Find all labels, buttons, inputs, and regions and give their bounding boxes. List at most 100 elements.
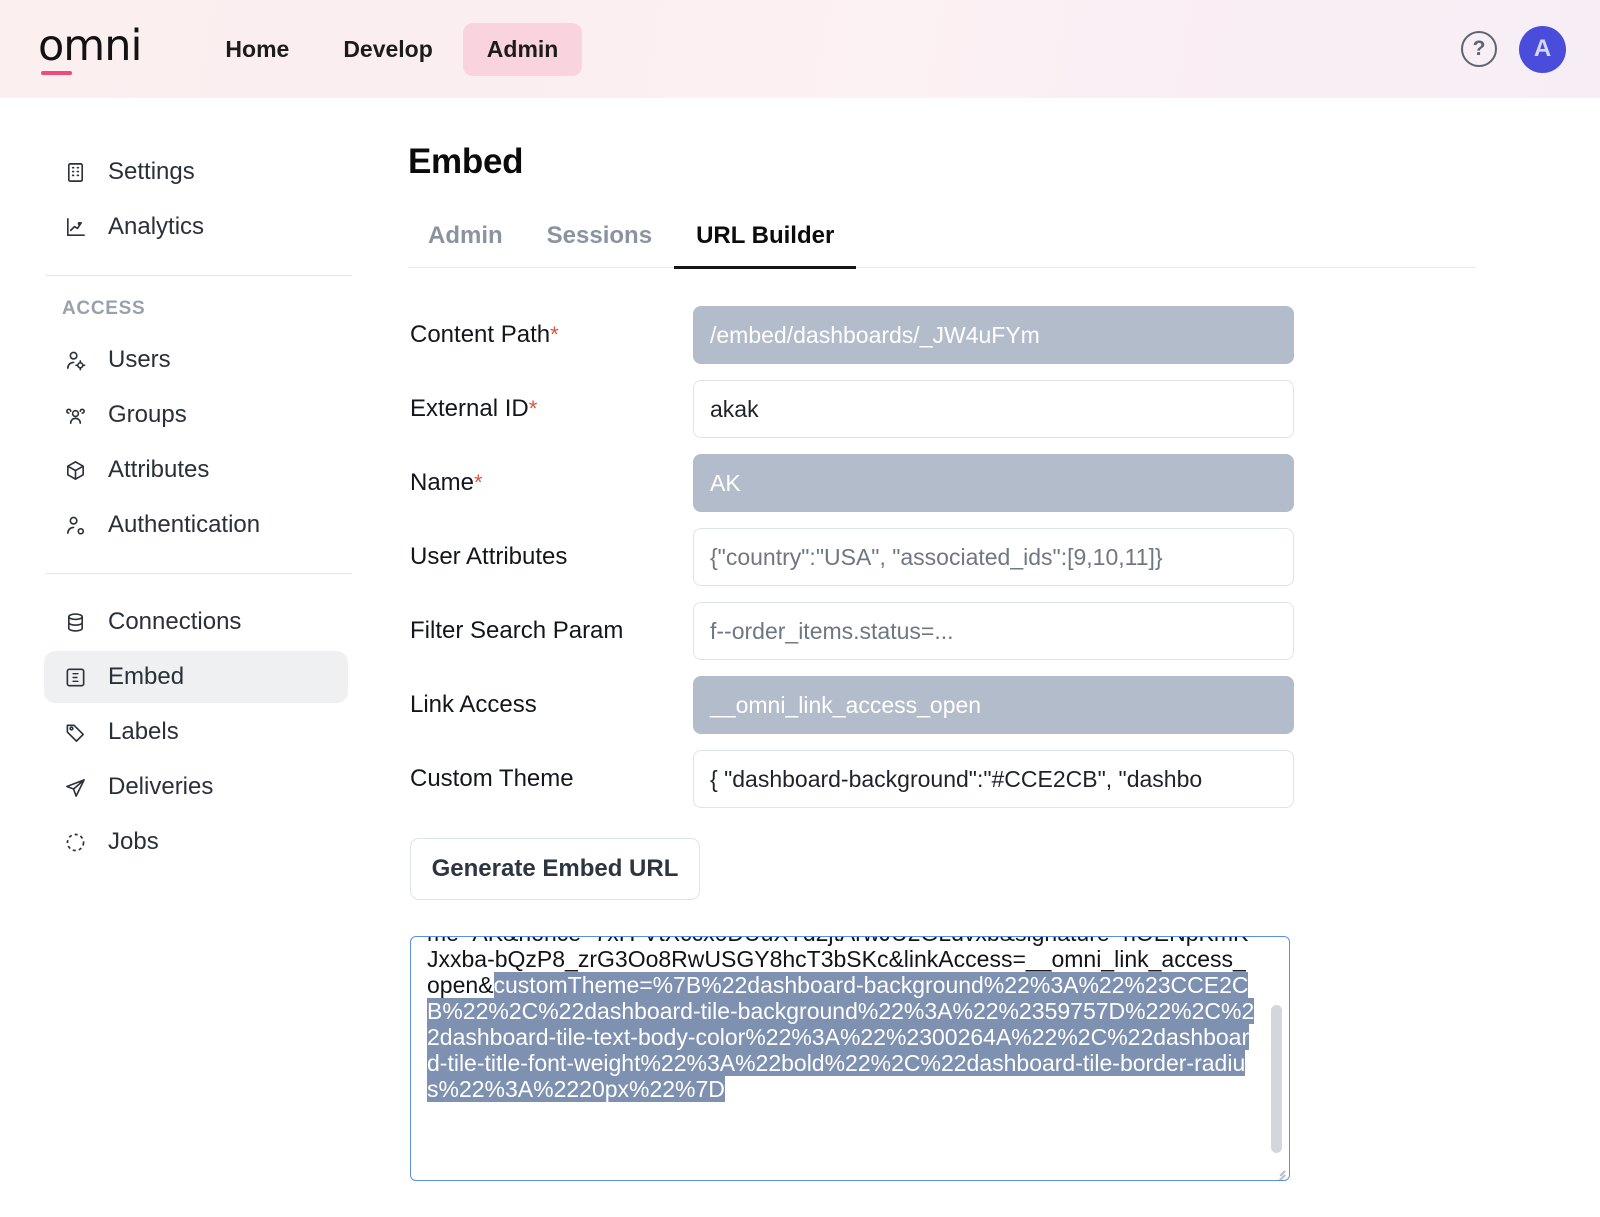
sidebar-section-access: ACCESS xyxy=(44,298,398,320)
top-header-bar: omni Home Develop Admin ? A xyxy=(0,0,1600,98)
filter-search-param-placeholder: f--order_items.status=... xyxy=(710,618,954,645)
generate-embed-url-button[interactable]: Generate Embed URL xyxy=(410,838,700,900)
embed-url-output-textarea[interactable]: me=AK&nonce=7xH-VtXccx0DUuXTd2jtArwJU2GL… xyxy=(410,936,1290,1181)
avatar-initial: A xyxy=(1534,35,1551,63)
primary-nav: Home Develop Admin xyxy=(201,23,582,76)
nav-item-home-label: Home xyxy=(225,36,289,62)
label-external-id-text: External ID xyxy=(410,395,529,422)
sidebar-divider-2 xyxy=(46,573,352,574)
sidebar-item-authentication[interactable]: Authentication xyxy=(44,499,348,551)
nav-item-develop[interactable]: Develop xyxy=(319,23,456,76)
textarea-resize-handle[interactable] xyxy=(1267,1158,1287,1178)
form-row-custom-theme: Custom Theme { "dashboard-background":"#… xyxy=(408,750,1600,808)
label-custom-theme-text: Custom Theme xyxy=(410,765,574,792)
tab-sessions[interactable]: Sessions xyxy=(525,216,674,269)
name-input[interactable]: AK xyxy=(693,454,1294,512)
nav-item-home[interactable]: Home xyxy=(201,23,313,76)
sidebar-item-settings[interactable]: Settings xyxy=(44,146,348,198)
content-path-value: /embed/dashboards/_JW4uFYm xyxy=(710,322,1040,349)
label-link-access-text: Link Access xyxy=(410,691,537,718)
link-access-input[interactable]: __omni_link_access_open xyxy=(693,676,1294,734)
help-icon[interactable]: ? xyxy=(1461,31,1497,67)
sidebar-item-groups-label: Groups xyxy=(108,401,187,429)
sidebar-item-authentication-label: Authentication xyxy=(108,511,260,539)
sidebar-item-embed[interactable]: Embed xyxy=(44,651,348,703)
external-id-value: akak xyxy=(710,396,759,423)
tab-admin-label: Admin xyxy=(428,222,503,249)
app-shell: Settings Analytics ACCESS xyxy=(0,98,1600,1217)
label-link-access: Link Access xyxy=(408,691,693,719)
label-filter-search-param: Filter Search Param xyxy=(408,617,693,645)
nav-item-develop-label: Develop xyxy=(343,36,432,62)
omni-logo-text: omni xyxy=(38,21,141,71)
sidebar-item-users[interactable]: Users xyxy=(44,334,348,386)
embed-box-icon xyxy=(62,664,88,690)
admin-sidebar: Settings Analytics ACCESS xyxy=(0,98,398,1217)
custom-theme-value: { "dashboard-background":"#CCE2CB", "das… xyxy=(710,766,1202,793)
external-id-input[interactable]: akak xyxy=(693,380,1294,438)
embed-url-output-text: me=AK&nonce=7xH-VtXccx0DUuXTd2jtArwJU2GL… xyxy=(427,936,1255,1102)
sidebar-item-embed-label: Embed xyxy=(108,663,184,691)
filter-search-param-input[interactable]: f--order_items.status=... xyxy=(693,602,1294,660)
form-row-link-access: Link Access __omni_link_access_open xyxy=(408,676,1600,734)
dashed-circle-icon xyxy=(62,829,88,855)
name-value: AK xyxy=(710,470,741,497)
sidebar-group-platform: Connections Embed Labels xyxy=(44,596,398,868)
page-title: Embed xyxy=(408,142,1600,182)
sidebar-item-analytics[interactable]: Analytics xyxy=(44,201,348,253)
content-path-input[interactable]: /embed/dashboards/_JW4uFYm xyxy=(693,306,1294,364)
nav-item-admin[interactable]: Admin xyxy=(463,23,583,76)
required-asterisk: * xyxy=(550,322,559,347)
label-user-attributes: User Attributes xyxy=(408,543,693,571)
form-row-external-id: External ID* akak xyxy=(408,380,1600,438)
required-asterisk: * xyxy=(529,396,538,421)
line-chart-icon xyxy=(62,214,88,240)
tab-url-builder[interactable]: URL Builder xyxy=(674,216,856,269)
send-icon xyxy=(62,774,88,800)
building-icon xyxy=(62,159,88,185)
custom-theme-input[interactable]: { "dashboard-background":"#CCE2CB", "das… xyxy=(693,750,1294,808)
sidebar-item-labels-label: Labels xyxy=(108,718,179,746)
sidebar-item-attributes[interactable]: Attributes xyxy=(44,444,348,496)
embed-url-selected-part: customTheme=%7B%22dashboard-background%2… xyxy=(427,972,1254,1102)
sidebar-item-deliveries-label: Deliveries xyxy=(108,773,213,801)
header-actions: ? A xyxy=(1461,26,1566,73)
form-row-filter-search-param: Filter Search Param f--order_items.statu… xyxy=(408,602,1600,660)
label-user-attributes-text: User Attributes xyxy=(410,543,567,570)
sidebar-item-settings-label: Settings xyxy=(108,158,195,186)
label-filter-search-param-text: Filter Search Param xyxy=(410,617,623,644)
avatar[interactable]: A xyxy=(1519,26,1566,73)
embed-tabs: Admin Sessions URL Builder xyxy=(408,216,1476,268)
cube-icon xyxy=(62,457,88,483)
sidebar-group-general: Settings Analytics xyxy=(44,146,398,253)
required-asterisk: * xyxy=(474,470,483,495)
help-icon-glyph: ? xyxy=(1473,37,1486,61)
user-attributes-input[interactable]: {"country":"USA", "associated_ids":[9,10… xyxy=(693,528,1294,586)
user-key-icon xyxy=(62,512,88,538)
sidebar-item-attributes-label: Attributes xyxy=(108,456,209,484)
form-row-user-attributes: User Attributes {"country":"USA", "assoc… xyxy=(408,528,1600,586)
sidebar-item-connections[interactable]: Connections xyxy=(44,596,348,648)
label-content-path: Content Path* xyxy=(408,321,693,349)
sidebar-item-jobs[interactable]: Jobs xyxy=(44,816,348,868)
label-content-path-text: Content Path xyxy=(410,321,550,348)
sidebar-item-groups[interactable]: Groups xyxy=(44,389,348,441)
sidebar-item-users-label: Users xyxy=(108,346,171,374)
sidebar-item-labels[interactable]: Labels xyxy=(44,706,348,758)
sidebar-item-analytics-label: Analytics xyxy=(108,213,204,241)
sidebar-group-access: Users Groups xyxy=(44,334,398,551)
sidebar-item-deliveries[interactable]: Deliveries xyxy=(44,761,348,813)
url-builder-form: Content Path* /embed/dashboards/_JW4uFYm… xyxy=(408,306,1600,1181)
omni-logo[interactable]: omni xyxy=(38,25,141,74)
form-row-name: Name* AK xyxy=(408,454,1600,512)
tag-icon xyxy=(62,719,88,745)
user-gear-icon xyxy=(62,347,88,373)
tab-admin[interactable]: Admin xyxy=(408,216,525,269)
textarea-scrollbar-thumb[interactable] xyxy=(1271,1005,1282,1153)
label-external-id: External ID* xyxy=(408,395,693,423)
label-custom-theme: Custom Theme xyxy=(408,765,693,793)
users-icon xyxy=(62,402,88,428)
sidebar-item-jobs-label: Jobs xyxy=(108,828,159,856)
user-attributes-placeholder: {"country":"USA", "associated_ids":[9,10… xyxy=(710,544,1163,571)
database-icon xyxy=(62,609,88,635)
